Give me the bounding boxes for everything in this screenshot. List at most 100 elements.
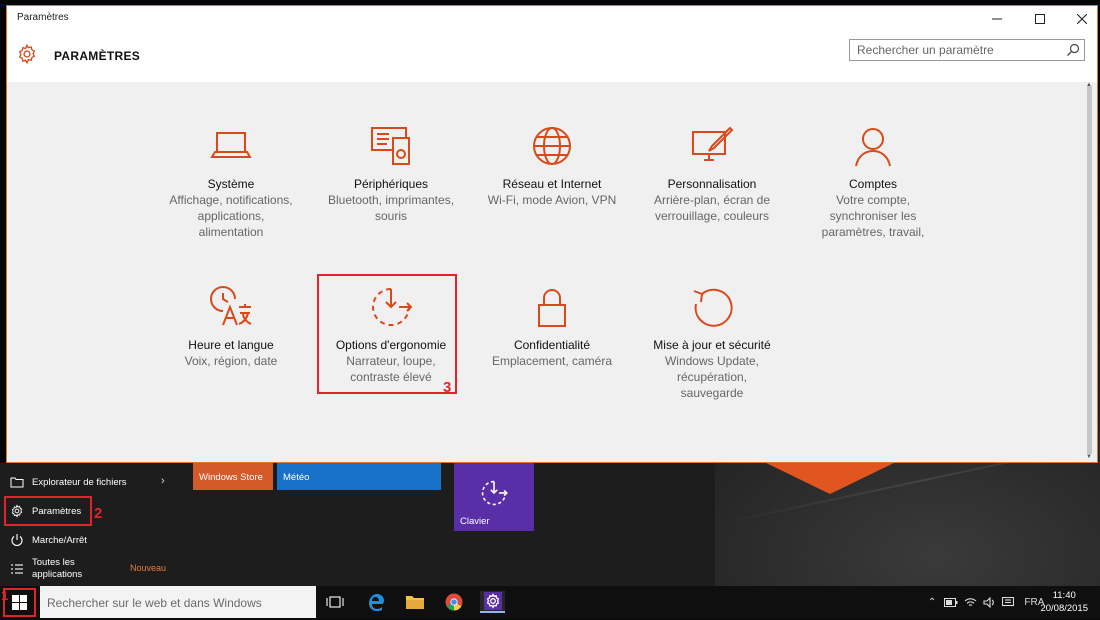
settings-window: Paramètres PARAMÈTRES Rechercher un para… xyxy=(6,5,1098,463)
category-description: Votre compte, xyxy=(835,193,911,207)
category-description: Bluetooth, imprimantes, xyxy=(327,193,455,207)
scrollbar-thumb[interactable] xyxy=(1087,86,1092,454)
category-title: Mise à jour et sécurité xyxy=(653,338,771,352)
list-icon xyxy=(11,564,23,574)
settings-header: PARAMÈTRES xyxy=(7,32,1097,82)
gear-icon xyxy=(483,592,502,610)
system-tray: ⌃ FRA xyxy=(928,586,1044,618)
taskbar-search-box[interactable] xyxy=(40,586,319,620)
category-description: récupération, xyxy=(676,370,748,384)
category-title: Réseau et Internet xyxy=(502,177,602,191)
new-badge: Nouveau xyxy=(130,563,167,573)
category-description: alimentation xyxy=(198,225,264,239)
category-title: Système xyxy=(207,177,255,191)
category-accounts[interactable]: Comptes Votre compte, synchroniser les p… xyxy=(802,124,944,240)
settings-taskbar-button[interactable] xyxy=(480,591,505,613)
notification-icon[interactable] xyxy=(1002,596,1015,608)
edge-icon xyxy=(369,594,384,611)
globe-icon xyxy=(533,127,571,165)
title-bar: Paramètres xyxy=(7,6,1097,32)
settings-gear-icon xyxy=(18,43,36,65)
category-description: souris xyxy=(374,209,407,223)
start-item-label-line: applications xyxy=(32,569,83,580)
category-system[interactable]: Système Affichage, notifications, applic… xyxy=(160,124,302,240)
category-description: paramètres, travail, xyxy=(821,225,925,239)
clock-date: 20/08/2015 xyxy=(1040,603,1088,614)
paint-icon xyxy=(692,126,734,161)
minimize-icon xyxy=(992,18,1002,20)
category-description: Emplacement, caméra xyxy=(491,354,613,368)
chevron-up-icon[interactable]: ⌃ xyxy=(928,597,936,608)
start-item-file-explorer[interactable]: Explorateur de fichiers xyxy=(10,475,127,489)
ease-of-access-highlight xyxy=(317,274,457,394)
time-language-icon xyxy=(210,286,252,326)
close-button[interactable] xyxy=(1067,9,1097,29)
chevron-right-icon[interactable]: › xyxy=(161,475,165,487)
volume-icon[interactable] xyxy=(983,596,996,608)
taskbar: 1 ⌃ FRA 11:40 20/08/2015 xyxy=(0,586,1100,620)
search-icon[interactable] xyxy=(1066,43,1080,57)
close-icon xyxy=(1077,14,1087,24)
category-title: Personnalisation xyxy=(667,177,757,191)
tile-label: Clavier xyxy=(460,516,490,527)
clock-time: 11:40 xyxy=(1052,590,1076,601)
scrollbar[interactable]: ▲ ▼ xyxy=(1085,82,1095,462)
settings-highlight xyxy=(4,496,92,526)
settings-content: Système Affichage, notifications, applic… xyxy=(7,82,1083,462)
task-view-icon xyxy=(326,596,344,608)
category-update-security[interactable]: Mise à jour et sécurité Windows Update, … xyxy=(641,285,783,401)
clock[interactable]: 11:40 20/08/2015 xyxy=(1040,589,1088,615)
task-view-button[interactable] xyxy=(323,591,347,613)
update-icon xyxy=(693,288,733,327)
category-title: Confidentialité xyxy=(513,338,591,352)
category-privacy[interactable]: Confidentialité Emplacement, caméra xyxy=(481,285,623,369)
minimize-button[interactable] xyxy=(982,9,1012,29)
category-time-language[interactable]: Heure et langue Voix, région, date xyxy=(160,285,302,369)
devices-icon xyxy=(371,127,410,165)
tile-weather[interactable]: Météo xyxy=(277,463,441,490)
app-name: PARAMÈTRES xyxy=(54,49,141,63)
chrome-button[interactable] xyxy=(442,591,466,613)
lock-icon xyxy=(538,289,566,327)
windows-logo-icon xyxy=(12,595,27,610)
step-number-3: 3 xyxy=(443,379,452,396)
edge-button[interactable] xyxy=(364,591,388,613)
step-number-2: 2 xyxy=(94,505,103,522)
tile-keyboard[interactable]: Clavier xyxy=(454,463,534,531)
folder-icon xyxy=(10,477,24,488)
maximize-icon xyxy=(1035,14,1045,24)
settings-search-box[interactable] xyxy=(849,39,1085,61)
file-explorer-button[interactable] xyxy=(403,591,427,613)
window-title: Paramètres xyxy=(17,12,69,23)
category-title: Périphériques xyxy=(353,177,429,191)
start-item-power[interactable]: Marche/Arrêt xyxy=(10,533,87,547)
wifi-icon[interactable] xyxy=(964,597,977,608)
battery-icon[interactable] xyxy=(944,597,958,607)
laptop-icon xyxy=(210,132,252,158)
category-description: Arrière-plan, écran de xyxy=(653,193,771,207)
taskbar-search-input[interactable] xyxy=(40,586,319,620)
category-description: Affichage, notifications, xyxy=(169,193,293,207)
ease-of-access-icon xyxy=(481,480,508,506)
scroll-down-icon[interactable]: ▼ xyxy=(1086,454,1092,460)
chrome-icon xyxy=(445,593,463,611)
start-menu: Explorateur de fichiers › Paramètres 2 M… xyxy=(0,463,715,586)
maximize-button[interactable] xyxy=(1025,9,1055,29)
category-title: Comptes xyxy=(848,177,898,191)
start-item-label: Toutes les applications xyxy=(32,557,82,581)
category-description: sauvegarde xyxy=(680,386,744,400)
tile-windows-store[interactable]: Windows Store xyxy=(193,463,273,490)
tile-label: Windows Store xyxy=(199,472,263,483)
folder-icon xyxy=(406,596,424,609)
start-item-label: Marche/Arrêt xyxy=(32,534,87,546)
category-network[interactable]: Réseau et Internet Wi-Fi, mode Avion, VP… xyxy=(481,124,623,208)
tile-label: Météo xyxy=(283,472,310,483)
category-devices[interactable]: Périphériques Bluetooth, imprimantes, so… xyxy=(320,124,462,224)
category-description: applications, xyxy=(197,209,265,223)
settings-search-input[interactable] xyxy=(850,40,1067,60)
category-description: Windows Update, xyxy=(664,354,760,368)
category-personalization[interactable]: Personnalisation Arrière-plan, écran de … xyxy=(641,124,783,224)
start-item-label-line: Toutes les xyxy=(32,557,75,568)
category-title: Heure et langue xyxy=(188,338,274,352)
start-item-all-apps[interactable]: Toutes les applications xyxy=(10,557,82,581)
